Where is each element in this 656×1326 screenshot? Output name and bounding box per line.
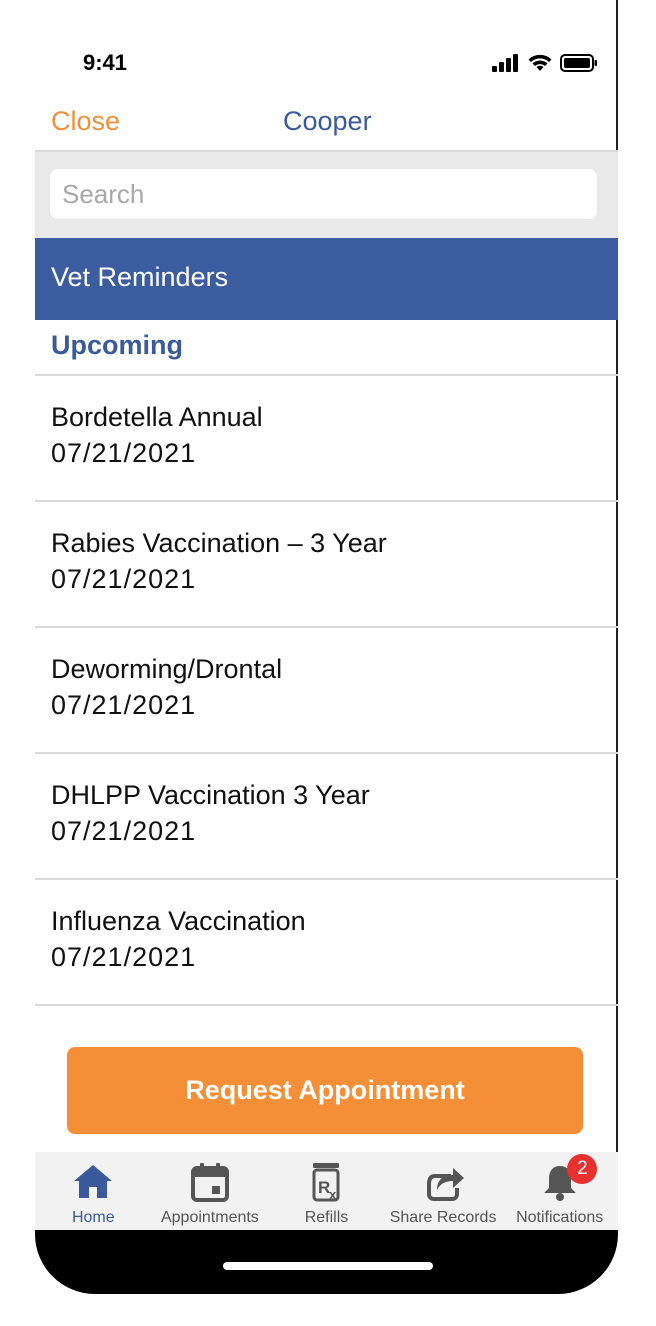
reminder-date: 07/21/2021 [51, 564, 197, 594]
list-item[interactable]: Rabies Vaccination – 3 Year 07/21/2021 [35, 502, 618, 628]
reminder-name: DHLPP Vaccination 3 Year [51, 780, 370, 810]
navigation-bar: Close Cooper [35, 100, 618, 152]
phone-frame: 9:41 Close Cooper Ve [0, 0, 656, 1326]
reminder-date: 07/21/2021 [51, 816, 197, 846]
status-bar: 9:41 [35, 0, 618, 100]
search-input[interactable] [50, 169, 597, 219]
tab-bar: Home Appointments R x Refills Share Reco… [35, 1152, 618, 1230]
close-button[interactable]: Close [51, 106, 120, 137]
reminder-date: 07/21/2021 [51, 690, 197, 720]
reminder-name: Rabies Vaccination – 3 Year [51, 528, 387, 558]
subheading-label: Upcoming [51, 330, 183, 360]
status-icons [492, 54, 598, 72]
list-item[interactable]: Deworming/Drontal 07/21/2021 [35, 628, 618, 754]
wifi-icon [528, 54, 552, 71]
page-title: Cooper [283, 106, 372, 136]
section-header: Vet Reminders [35, 238, 618, 320]
search-container [35, 152, 618, 238]
list-item[interactable]: Influenza Vaccination 07/21/2021 [35, 880, 618, 1006]
request-appointment-button[interactable]: Request Appointment [67, 1047, 583, 1134]
tab-label: Refills [304, 1209, 349, 1226]
reminder-date: 07/21/2021 [51, 942, 197, 972]
device-bezel [35, 1230, 618, 1294]
upcoming-subheading: Upcoming [35, 320, 618, 376]
tab-appointments[interactable]: Appointments [152, 1152, 269, 1230]
tab-notifications[interactable]: 2 Notifications [501, 1152, 618, 1230]
tab-refills[interactable]: R x Refills [268, 1152, 385, 1230]
tab-share-records[interactable]: Share Records [385, 1152, 502, 1230]
status-time: 9:41 [83, 50, 128, 75]
reminder-list: Bordetella Annual 07/21/2021 Rabies Vacc… [35, 376, 618, 1006]
section-title: Vet Reminders [51, 262, 229, 292]
signal-icon [492, 54, 518, 72]
reminder-name: Bordetella Annual [51, 402, 263, 432]
svg-text:x: x [329, 1187, 337, 1202]
tab-label: Home [71, 1209, 115, 1226]
list-item[interactable]: DHLPP Vaccination 3 Year 07/21/2021 [35, 754, 618, 880]
home-indicator[interactable] [223, 1262, 433, 1270]
reminder-name: Influenza Vaccination [51, 906, 306, 936]
tab-label: Share Records [389, 1209, 497, 1226]
reminder-date: 07/21/2021 [51, 438, 197, 468]
list-item[interactable]: Bordetella Annual 07/21/2021 [35, 376, 618, 502]
home-icon [74, 1165, 113, 1198]
calendar-icon [190, 1163, 229, 1202]
prescription-icon: R x [312, 1163, 340, 1202]
share-icon [427, 1168, 465, 1201]
battery-icon [560, 54, 597, 72]
tab-label: Notifications [516, 1209, 604, 1226]
tab-home[interactable]: Home [35, 1152, 152, 1230]
tab-label: Appointments [160, 1209, 259, 1226]
reminder-name: Deworming/Drontal [51, 654, 283, 684]
notification-badge: 2 [567, 1154, 598, 1184]
